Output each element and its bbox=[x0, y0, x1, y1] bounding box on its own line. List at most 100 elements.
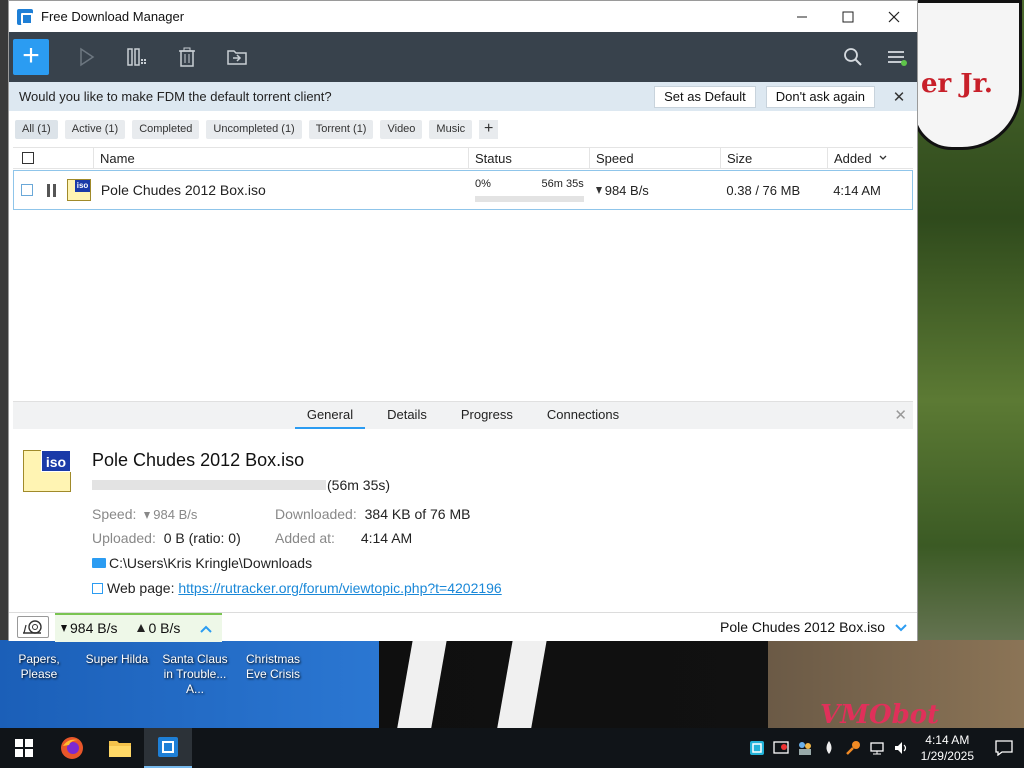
minimize-icon bbox=[797, 16, 807, 17]
fdm-icon bbox=[158, 737, 178, 757]
row-speed: 984 B/s bbox=[590, 171, 721, 209]
desktop-icon-christmas-eve[interactable]: Christmas Eve Crisis bbox=[234, 652, 312, 697]
hamburger-menu-icon bbox=[888, 51, 907, 66]
column-speed[interactable]: Speed bbox=[590, 148, 721, 168]
details-folder[interactable]: C:\Users\Kris Kringle\Downloads bbox=[92, 555, 312, 571]
sort-chevron-down-icon bbox=[879, 155, 887, 160]
details-webpage: Web page: https://rutracker.org/forum/vi… bbox=[92, 580, 502, 596]
current-file-name: Pole Chudes 2012 Box.iso bbox=[720, 619, 885, 635]
close-button[interactable] bbox=[871, 1, 917, 32]
row-progress-bar bbox=[474, 196, 584, 202]
toolbar: + bbox=[9, 32, 917, 82]
details-close-icon[interactable]: ✕ bbox=[894, 406, 907, 424]
pause-icon bbox=[127, 48, 146, 66]
tab-details[interactable]: Details bbox=[375, 402, 439, 429]
firefox-icon bbox=[61, 737, 83, 759]
tab-general[interactable]: General bbox=[294, 402, 366, 429]
add-filter-button[interactable]: + bbox=[479, 119, 499, 139]
column-size[interactable]: Size bbox=[721, 148, 828, 168]
network-icon[interactable] bbox=[868, 740, 886, 756]
tray-people-icon[interactable] bbox=[796, 740, 814, 756]
chevron-down-icon[interactable] bbox=[895, 619, 907, 635]
select-all-checkbox[interactable] bbox=[22, 152, 34, 164]
system-tray: 4:14 AM 1/29/2025 bbox=[745, 728, 1024, 768]
filter-completed[interactable]: Completed bbox=[132, 119, 200, 139]
resume-button[interactable] bbox=[73, 43, 101, 71]
details-uploaded: Uploaded: 0 B (ratio: 0) bbox=[92, 530, 241, 546]
tab-progress[interactable]: Progress bbox=[449, 402, 525, 429]
tray-drop-icon[interactable] bbox=[820, 740, 838, 756]
filter-torrent[interactable]: Torrent (1) bbox=[308, 119, 374, 139]
pause-all-button[interactable] bbox=[123, 43, 151, 71]
speed-summary[interactable]: 984 B/s 0 B/s bbox=[55, 612, 223, 642]
volume-icon[interactable] bbox=[892, 740, 910, 756]
close-icon bbox=[888, 11, 900, 22]
column-added[interactable]: Added bbox=[828, 148, 913, 168]
taskbar-firefox[interactable] bbox=[48, 728, 96, 768]
play-icon bbox=[80, 47, 95, 67]
taskbar-fdm[interactable] bbox=[144, 728, 192, 768]
delete-button[interactable] bbox=[173, 43, 201, 71]
dont-ask-again-button[interactable]: Don't ask again bbox=[765, 85, 875, 108]
row-name: Pole Chudes 2012 Box.iso bbox=[100, 182, 266, 198]
desktop-icon-papers-please[interactable]: Papers, Please bbox=[0, 652, 78, 697]
filter-all[interactable]: All (1) bbox=[15, 119, 58, 139]
clock[interactable]: 4:14 AM 1/29/2025 bbox=[921, 732, 974, 764]
search-icon bbox=[844, 48, 862, 66]
menu-button[interactable] bbox=[883, 43, 911, 71]
row-eta: 56m 35s bbox=[541, 178, 584, 190]
filter-active[interactable]: Active (1) bbox=[64, 119, 126, 139]
downloads-table: Name Status Speed Size Added iso Pole Ch… bbox=[13, 147, 913, 395]
filter-music[interactable]: Music bbox=[429, 119, 473, 139]
tray-fdm-icon[interactable] bbox=[748, 740, 766, 756]
details-title: Pole Chudes 2012 Box.iso bbox=[92, 450, 305, 470]
window-controls bbox=[779, 1, 917, 32]
wallpaper-logo: VMObot bbox=[820, 700, 940, 728]
banner-close-icon[interactable]: ✕ bbox=[881, 88, 917, 106]
details-added: Added at: 4:14 AM bbox=[275, 530, 413, 546]
folder-icon bbox=[109, 741, 131, 757]
column-status[interactable]: Status bbox=[469, 148, 590, 168]
toolbar-right bbox=[827, 43, 917, 71]
webpage-link[interactable]: https://rutracker.org/forum/viewtopic.ph… bbox=[178, 580, 501, 596]
maximize-button[interactable] bbox=[825, 1, 871, 32]
desktop-icon-santa-claus[interactable]: Santa Claus in Trouble... A... bbox=[156, 652, 234, 697]
filter-uncompleted[interactable]: Uncompleted (1) bbox=[206, 119, 302, 139]
search-button[interactable] bbox=[839, 43, 867, 71]
desktop-icon-super-hilda[interactable]: Super Hilda bbox=[78, 652, 156, 697]
table-header: Name Status Speed Size Added bbox=[13, 147, 913, 169]
iso-file-icon: iso bbox=[67, 179, 91, 201]
row-checkbox[interactable] bbox=[21, 184, 33, 196]
folder-icon bbox=[92, 558, 106, 568]
details-tabs: General Details Progress Connections ✕ bbox=[13, 402, 913, 429]
start-button[interactable] bbox=[0, 728, 48, 768]
speed-limit-button[interactable] bbox=[17, 616, 49, 638]
title-bar[interactable]: Free Download Manager bbox=[9, 1, 917, 32]
status-bar: 984 B/s 0 B/s Pole Chudes 2012 Box.iso bbox=[9, 612, 917, 642]
details-speed: Speed: 984 B/s bbox=[92, 506, 198, 522]
column-name[interactable]: Name bbox=[94, 148, 469, 168]
table-row[interactable]: iso Pole Chudes 2012 Box.iso 0% 56m 35s … bbox=[13, 170, 913, 210]
move-button[interactable] bbox=[223, 43, 251, 71]
tray-key-icon[interactable] bbox=[844, 740, 862, 756]
desktop-icons: Papers, Please Super Hilda Santa Claus i… bbox=[0, 652, 312, 697]
row-added: 4:14 AM bbox=[833, 182, 881, 198]
set-default-button[interactable]: Set as Default bbox=[654, 85, 756, 108]
notifications-button[interactable] bbox=[984, 728, 1024, 768]
minimize-button[interactable] bbox=[779, 1, 825, 32]
details-iso-file-icon: iso bbox=[23, 450, 71, 492]
external-link-icon bbox=[92, 583, 103, 594]
notification-icon bbox=[995, 740, 1013, 756]
details-eta: (56m 35s) bbox=[327, 477, 391, 493]
current-file[interactable]: Pole Chudes 2012 Box.iso bbox=[720, 619, 907, 635]
tray-screen-icon[interactable] bbox=[772, 740, 790, 756]
details-downloaded: Downloaded: 384 KB of 76 MB bbox=[275, 506, 471, 522]
filter-video[interactable]: Video bbox=[380, 119, 423, 139]
speed-arrow-icon bbox=[144, 512, 151, 519]
chevron-up-icon[interactable] bbox=[200, 621, 213, 636]
taskbar-file-explorer[interactable] bbox=[96, 728, 144, 768]
add-download-button[interactable]: + bbox=[13, 39, 49, 75]
wallpaper-speech-bubble: er Jr. bbox=[912, 0, 1022, 150]
row-pause-icon[interactable] bbox=[47, 183, 59, 197]
tab-connections[interactable]: Connections bbox=[535, 402, 631, 429]
